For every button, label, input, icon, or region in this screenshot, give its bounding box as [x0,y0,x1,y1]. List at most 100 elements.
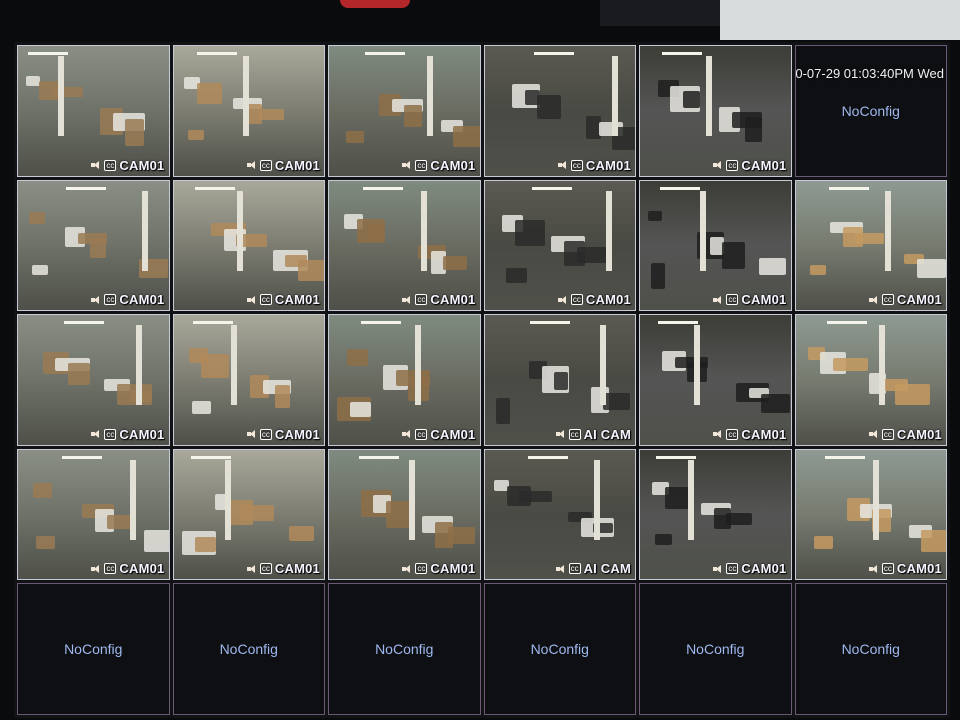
ceiling-light [660,186,700,190]
camera-info: cc CAM01 [713,427,786,442]
camera-info: cc CAM01 [557,158,631,173]
camera-label: CAM01 [274,426,320,442]
camera-label: CAM01 [430,561,476,577]
camera-info: cc CAM01 [713,561,786,576]
ceiling-light [531,186,572,190]
speaker-icon[interactable] [555,429,566,439]
pillar [694,325,700,406]
camera-tile-noconfig[interactable]: NoConfig [328,583,481,715]
stock-pile [603,392,631,410]
camera-tile[interactable]: cc CAM01 [328,448,481,581]
camera-tile[interactable]: cc CAM01 [483,45,636,177]
stock-pile [187,130,204,140]
speaker-icon[interactable] [402,564,412,574]
stock-pile [655,534,673,546]
camera-tile-noconfig[interactable]: NoConfig [794,583,947,715]
camera-tile[interactable]: cc CAM01 [172,45,325,177]
stock-pile [28,211,45,224]
pillar [599,325,606,406]
camera-info: cc CAM01 [868,292,942,307]
camera-info: cc CAM01 [713,158,786,173]
speaker-icon[interactable] [713,160,723,170]
camera-tile[interactable]: cc CAM01 [794,448,947,581]
camera-tile[interactable]: cc AI CAM [483,314,636,446]
noconfig-label: NoConfig [841,641,900,658]
speaker-icon[interactable] [91,295,101,305]
speaker-icon[interactable] [713,429,723,439]
stock-pile [33,482,52,498]
speaker-icon[interactable] [402,429,412,439]
camera-tile[interactable]: cc CAM01 [17,314,170,446]
speaker-icon[interactable] [713,295,723,305]
camera-grid: cc CAM01 cc CAM01 cc CAM01 cc CAM01 cc CAM01 NoCon… [14,42,950,718]
camera-tile-noconfig[interactable]: NoConfig 2020-07-29 01:03:40PM Wed [794,45,947,177]
camera-tile-noconfig[interactable]: NoConfig [483,583,636,715]
speaker-icon[interactable] [246,564,257,574]
pillar [58,56,64,136]
stock-pile [554,371,569,390]
camera-tile[interactable]: cc CAM01 [172,448,325,581]
camera-tile[interactable]: cc CAM01 [639,179,792,312]
speaker-icon[interactable] [91,160,101,170]
stock-pile [758,257,786,275]
speaker-icon[interactable] [868,429,879,439]
speaker-icon[interactable] [91,564,101,574]
camera-tile[interactable]: cc CAM01 [794,314,947,446]
speaker-icon[interactable] [557,295,568,305]
cc-icon: cc [726,159,739,171]
camera-label: CAM01 [896,426,942,442]
cc-icon: cc [104,159,117,171]
camera-tile[interactable]: cc CAM01 [328,314,481,446]
camera-info: cc CAM01 [91,292,164,307]
camera-tile[interactable]: cc CAM01 [483,179,636,312]
cc-icon: cc [570,159,583,171]
camera-tile[interactable]: cc CAM01 [17,45,170,177]
pillar [688,459,694,540]
cc-icon: cc [104,294,117,306]
camera-tile[interactable]: cc CAM01 [639,314,792,446]
pillar [136,325,142,406]
camera-tile[interactable]: cc CAM01 [172,179,325,312]
stock-pile [404,104,423,127]
camera-tile[interactable]: cc CAM01 [639,448,792,581]
camera-tile[interactable]: cc CAM01 [17,179,170,312]
cc-icon: cc [259,428,272,440]
stock-pile [369,224,385,240]
camera-tile[interactable]: cc CAM01 [17,448,170,581]
camera-tile-noconfig[interactable]: NoConfig [172,583,325,715]
camera-label: CAM01 [430,157,476,173]
pillar [236,190,243,271]
speaker-icon[interactable] [402,160,412,170]
camera-tile[interactable]: cc CAM01 [794,179,947,312]
camera-tile[interactable]: cc AI CAM [483,448,636,581]
speaker-icon[interactable] [557,160,568,170]
camera-label: CAM01 [119,157,165,173]
stock-pile [514,220,545,247]
speaker-icon[interactable] [555,564,566,574]
stock-pile [346,349,368,367]
speaker-icon[interactable] [868,295,879,305]
camera-tile[interactable]: cc CAM01 [328,179,481,312]
camera-tile[interactable]: cc CAM01 [172,314,325,446]
camera-tile[interactable]: cc CAM01 [639,45,792,177]
noconfig-label: NoConfig [841,102,900,119]
pillar [230,325,237,406]
speaker-icon[interactable] [713,564,723,574]
speaker-icon[interactable] [91,429,101,439]
stock-pile [32,264,48,275]
datetime-overlay: 2020-07-29 01:03:40PM Wed [795,66,944,81]
camera-tile[interactable]: cc CAM01 [328,45,481,177]
speaker-icon[interactable] [402,295,412,305]
speaker-icon[interactable] [246,429,257,439]
stock-pile [651,263,666,290]
ceiling-light [196,52,237,55]
camera-info: cc CAM01 [91,427,164,442]
camera-tile-noconfig[interactable]: NoConfig [639,583,792,715]
speaker-icon[interactable] [246,295,257,305]
stock-pile [289,525,315,541]
speaker-icon[interactable] [246,160,257,170]
cc-icon: cc [415,428,428,440]
speaker-icon[interactable] [868,564,879,574]
camera-label: CAM01 [274,292,320,308]
camera-tile-noconfig[interactable]: NoConfig [17,583,170,715]
